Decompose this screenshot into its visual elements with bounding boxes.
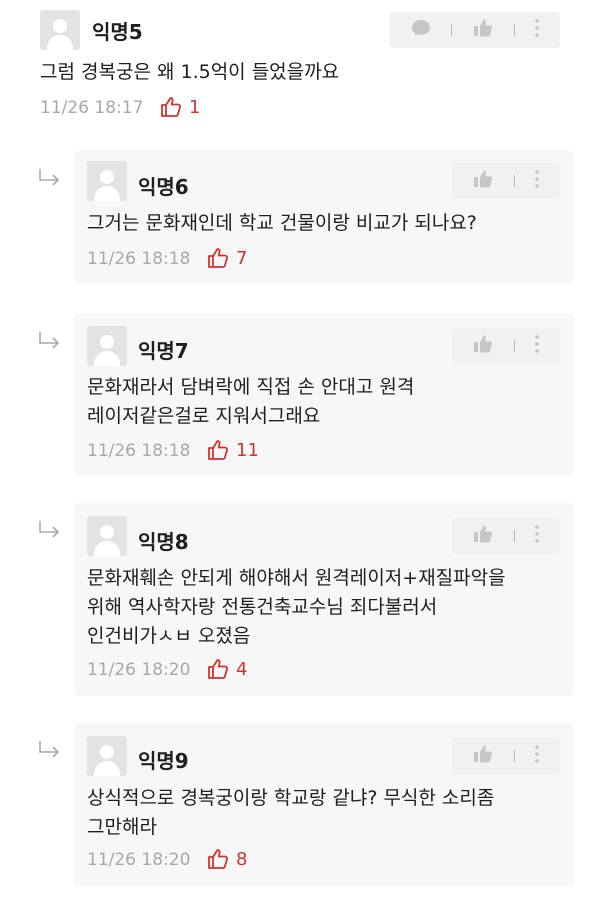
avatar[interactable] (87, 161, 127, 201)
like-button[interactable]: 1 (160, 96, 200, 118)
like-count: 4 (236, 658, 248, 680)
outline-thumb-icon (208, 659, 229, 679)
author-name: 익명6 (138, 175, 189, 199)
avatar[interactable] (87, 736, 127, 776)
timestamp: 11/26 18:20 (87, 850, 191, 870)
outline-thumb-icon (161, 97, 182, 117)
like-button[interactable]: 4 (207, 658, 247, 680)
author-name: 익명8 (138, 530, 189, 554)
divider (451, 24, 453, 36)
comment-text-line: 레이저같은걸로 지워서그래요 (87, 405, 321, 427)
comment-text-line: 상식적으로 경복궁이랑 학교랑 같냐? 무식한 소리좀 (87, 787, 495, 809)
more-vertical-icon[interactable] (535, 525, 540, 547)
comment-text-line: 그만해라 (87, 816, 157, 838)
author-name: 익명9 (138, 749, 189, 773)
avatar[interactable] (40, 10, 80, 50)
thumbs-up-icon[interactable] (473, 524, 493, 548)
more-vertical-icon[interactable] (535, 19, 540, 41)
outline-thumb-icon (208, 248, 229, 268)
like-button[interactable]: 8 (207, 848, 247, 870)
comment-bubble-icon[interactable] (411, 19, 431, 41)
timestamp: 11/26 18:18 (87, 441, 191, 461)
comment-text-line: 그거는 문화재인데 학교 건물이랑 비교가 되나요? (87, 212, 477, 234)
timestamp: 11/26 18:20 (87, 660, 191, 680)
like-button[interactable]: 7 (207, 247, 247, 269)
comment-text-line: 인건비가ㅅㅂ 오졌음 (87, 625, 251, 647)
like-count: 8 (236, 848, 248, 870)
outline-thumb-icon (208, 849, 229, 869)
thumbs-up-icon[interactable] (473, 744, 493, 768)
like-count: 1 (189, 96, 201, 118)
comment-text-line: 문화재라서 담벼락에 직접 손 안대고 원격 (87, 376, 415, 398)
reply-card: 익명9 상식적으로 경복궁이랑 학교랑 같냐? 무식한 소리좀 그만해라 11/… (74, 723, 574, 886)
comment-actions (452, 163, 560, 199)
reply-card: 익명6 그거는 문화재인데 학교 건물이랑 비교가 되나요? 11/26 18:… (74, 150, 574, 284)
timestamp: 11/26 18:18 (87, 249, 191, 269)
reply-arrow-icon (39, 332, 60, 349)
comment-text-line: 그럼 경복궁은 왜 1.5억이 들었을까요 (40, 61, 340, 83)
divider (513, 750, 515, 762)
divider (513, 340, 515, 352)
avatar[interactable] (87, 516, 127, 556)
comment-actions (452, 738, 560, 774)
reply-arrow-icon (39, 521, 60, 538)
reply-card: 익명7 문화재라서 담벼락에 직접 손 안대고 원격 레이저같은걸로 지워서그래… (74, 313, 574, 476)
comment-actions (452, 518, 560, 554)
reply-arrow-icon (39, 169, 60, 186)
avatar[interactable] (87, 326, 127, 366)
thumbs-up-icon[interactable] (473, 334, 493, 358)
more-vertical-icon[interactable] (535, 170, 540, 192)
divider (513, 530, 515, 542)
thumbs-up-icon[interactable] (473, 169, 493, 193)
reply-arrow-icon (39, 741, 60, 758)
comment-text-line: 문화재훼손 안되게 해야해서 원격레이저+재질파악을 (87, 567, 506, 589)
author-name: 익명5 (92, 20, 143, 44)
thumbs-up-icon[interactable] (473, 18, 493, 42)
comment-actions (390, 12, 560, 48)
divider (513, 24, 515, 36)
like-button[interactable]: 11 (207, 439, 259, 461)
comment-text-line: 위해 역사학자랑 전통건축교수님 죄다불러서 (87, 596, 438, 618)
more-vertical-icon[interactable] (535, 745, 540, 767)
like-count: 7 (236, 247, 248, 269)
comment-actions (452, 328, 560, 364)
more-vertical-icon[interactable] (535, 335, 540, 357)
outline-thumb-icon (208, 440, 229, 460)
divider (513, 175, 515, 187)
timestamp: 11/26 18:17 (40, 98, 144, 118)
reply-card: 익명8 문화재훼손 안되게 해야해서 원격레이저+재질파악을 위해 역사학자랑 … (74, 503, 574, 696)
like-count: 11 (236, 439, 259, 461)
author-name: 익명7 (138, 339, 189, 363)
